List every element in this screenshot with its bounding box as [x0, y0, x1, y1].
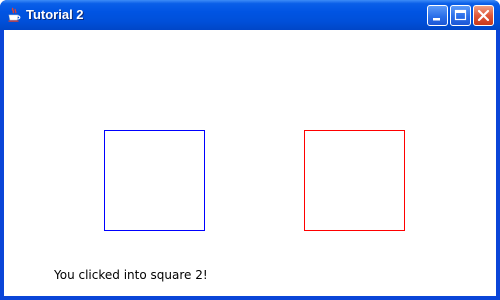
- app-window: Tutorial 2 You clicked into square 2!: [0, 0, 500, 300]
- maximize-icon: [454, 9, 467, 21]
- close-icon: [477, 9, 490, 22]
- square-2[interactable]: [304, 130, 405, 231]
- square-1[interactable]: [104, 130, 205, 231]
- maximize-button[interactable]: [450, 5, 471, 26]
- minimize-button[interactable]: [427, 5, 448, 26]
- close-button[interactable]: [473, 5, 494, 26]
- drawing-canvas[interactable]: You clicked into square 2!: [4, 30, 496, 296]
- title-bar[interactable]: Tutorial 2: [0, 0, 500, 30]
- minimize-icon: [433, 18, 440, 21]
- java-coffee-cup-icon[interactable]: [6, 7, 22, 23]
- status-message: You clicked into square 2!: [54, 268, 208, 282]
- window-title: Tutorial 2: [26, 7, 84, 22]
